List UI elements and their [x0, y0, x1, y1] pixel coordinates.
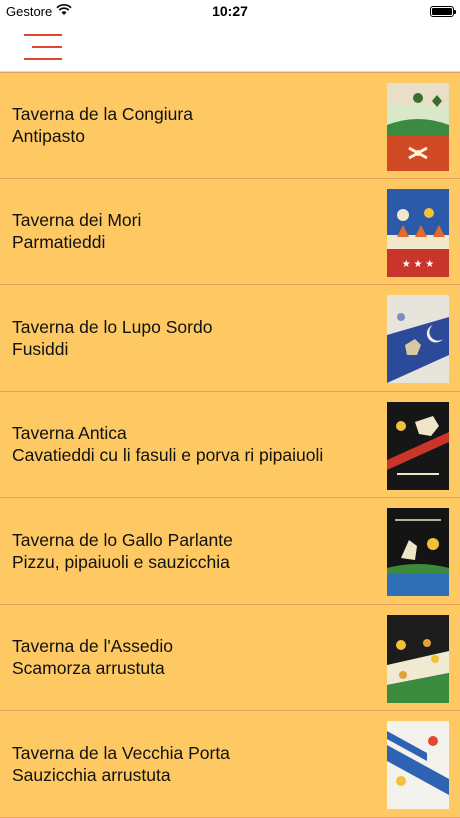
tavern-dish: Parmatieddi	[12, 232, 106, 253]
list-item[interactable]: Taverna de lo Lupo Sordo Fusiddi	[0, 285, 460, 392]
row-text: Taverna de lo Lupo Sordo Fusiddi	[0, 316, 212, 360]
row-text: Taverna dei Mori Parmatieddi	[0, 209, 141, 253]
row-text: Taverna de lo Gallo Parlante Pizzu, pipa…	[0, 529, 233, 573]
lupo-sordo-banner-icon	[387, 295, 449, 383]
tavern-dish: Fusiddi	[12, 338, 69, 359]
tavern-dish: Antipasto	[12, 126, 85, 147]
list-item[interactable]: Taverna dei Mori Parmatieddi ★ ★ ★	[0, 178, 460, 285]
tavern-dish: Scamorza arrustuta	[12, 658, 165, 679]
list-item[interactable]: Taverna de lo Gallo Parlante Pizzu, pipa…	[0, 498, 460, 605]
congiura-banner-icon	[387, 83, 449, 171]
list-item[interactable]: Taverna de la Vecchia Porta Sauzicchia a…	[0, 711, 460, 818]
nav-bar	[0, 22, 460, 72]
list-item[interactable]: Taverna de la Congiura Antipasto	[0, 72, 460, 179]
tavern-dish: Pizzu, pipaiuoli e sauzicchia	[12, 551, 230, 572]
tavern-dish: Sauzicchia arrustuta	[12, 764, 171, 785]
row-text: Taverna Antica Cavatieddi cu li fasuli e…	[0, 422, 323, 466]
row-text: Taverna de la Vecchia Porta Sauzicchia a…	[0, 742, 230, 786]
tavern-name: Taverna de la Vecchia Porta	[12, 742, 230, 763]
gallo-parlante-banner-icon	[387, 508, 449, 596]
battery-icon	[430, 5, 456, 17]
hamburger-menu-icon[interactable]	[24, 32, 62, 62]
list-item[interactable]: Taverna de l'Assedio Scamorza arrustuta	[0, 604, 460, 711]
tavern-dish: Cavatieddi cu li fasuli e porva ri pipai…	[12, 445, 324, 466]
tavern-name: Taverna Antica	[12, 423, 127, 444]
status-left: Gestore	[6, 4, 72, 19]
svg-text:★ ★ ★: ★ ★ ★	[402, 259, 434, 270]
tavern-name: Taverna de la Congiura	[12, 104, 193, 125]
tavern-name: Taverna de lo Gallo Parlante	[12, 529, 233, 550]
tavern-name: Taverna dei Mori	[12, 210, 142, 231]
mori-banner-icon: ★ ★ ★	[387, 188, 449, 277]
tavern-name: Taverna de l'Assedio	[12, 636, 173, 657]
carrier-label: Gestore	[6, 3, 53, 19]
tavern-list: Taverna de la Congiura Antipasto Taverna…	[0, 72, 460, 818]
assedio-banner-icon	[387, 614, 449, 703]
row-text: Taverna de la Congiura Antipasto	[0, 103, 193, 147]
list-item[interactable]: Taverna Antica Cavatieddi cu li fasuli e…	[0, 391, 460, 498]
row-text: Taverna de l'Assedio Scamorza arrustuta	[0, 635, 173, 679]
wifi-icon	[56, 3, 72, 19]
status-bar: Gestore 10:27	[0, 0, 460, 22]
vecchia-porta-banner-icon	[387, 721, 449, 809]
antica-banner-icon	[387, 401, 449, 490]
tavern-name: Taverna de lo Lupo Sordo	[12, 316, 213, 337]
